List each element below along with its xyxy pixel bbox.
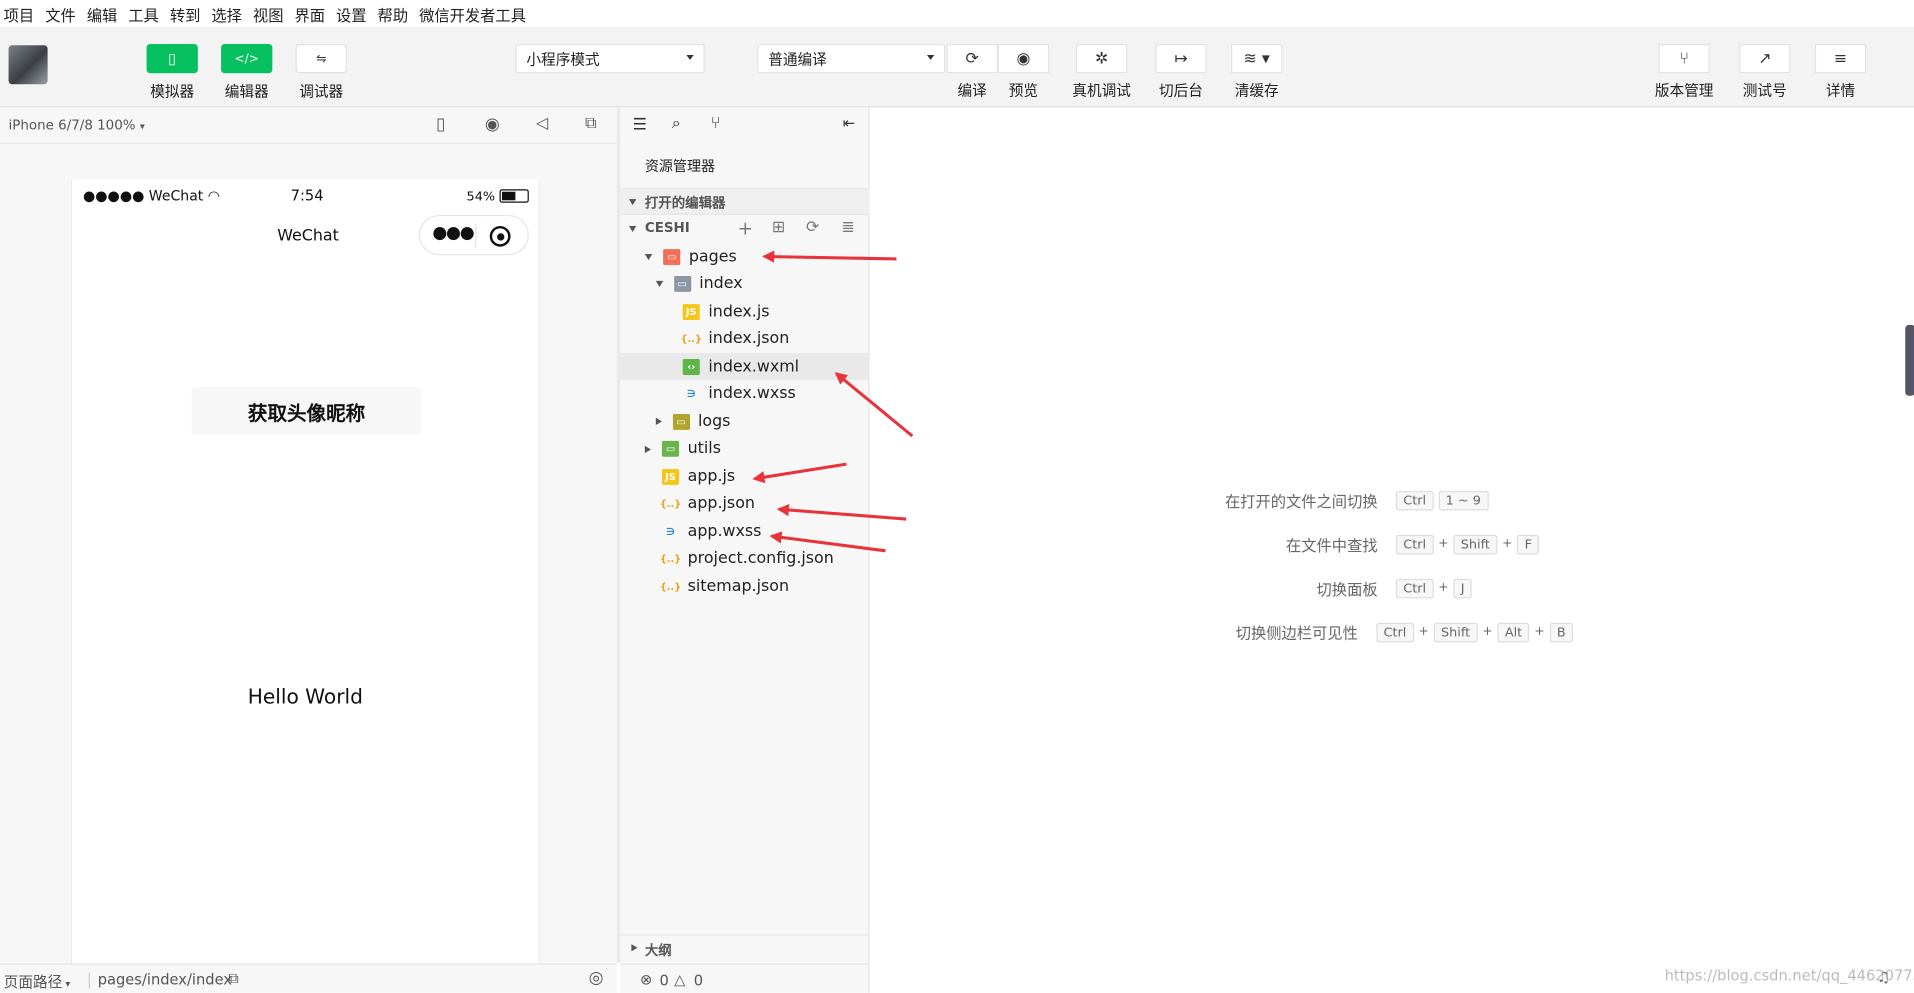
arrow-to-app-js [752, 462, 847, 484]
arrow-to-pages [762, 250, 897, 263]
arrow-to-index-wxml [834, 372, 914, 438]
arrow-to-app-wxss [769, 531, 886, 553]
devtools-window: 项目 文件 编辑 工具 转到 选择 视图 界面 设置 帮助 微信开发者工具 ▯ 模拟器 </> 编辑… [0, 0, 1914, 993]
annotation-arrows [752, 250, 914, 553]
arrow-to-app-json [776, 503, 907, 521]
